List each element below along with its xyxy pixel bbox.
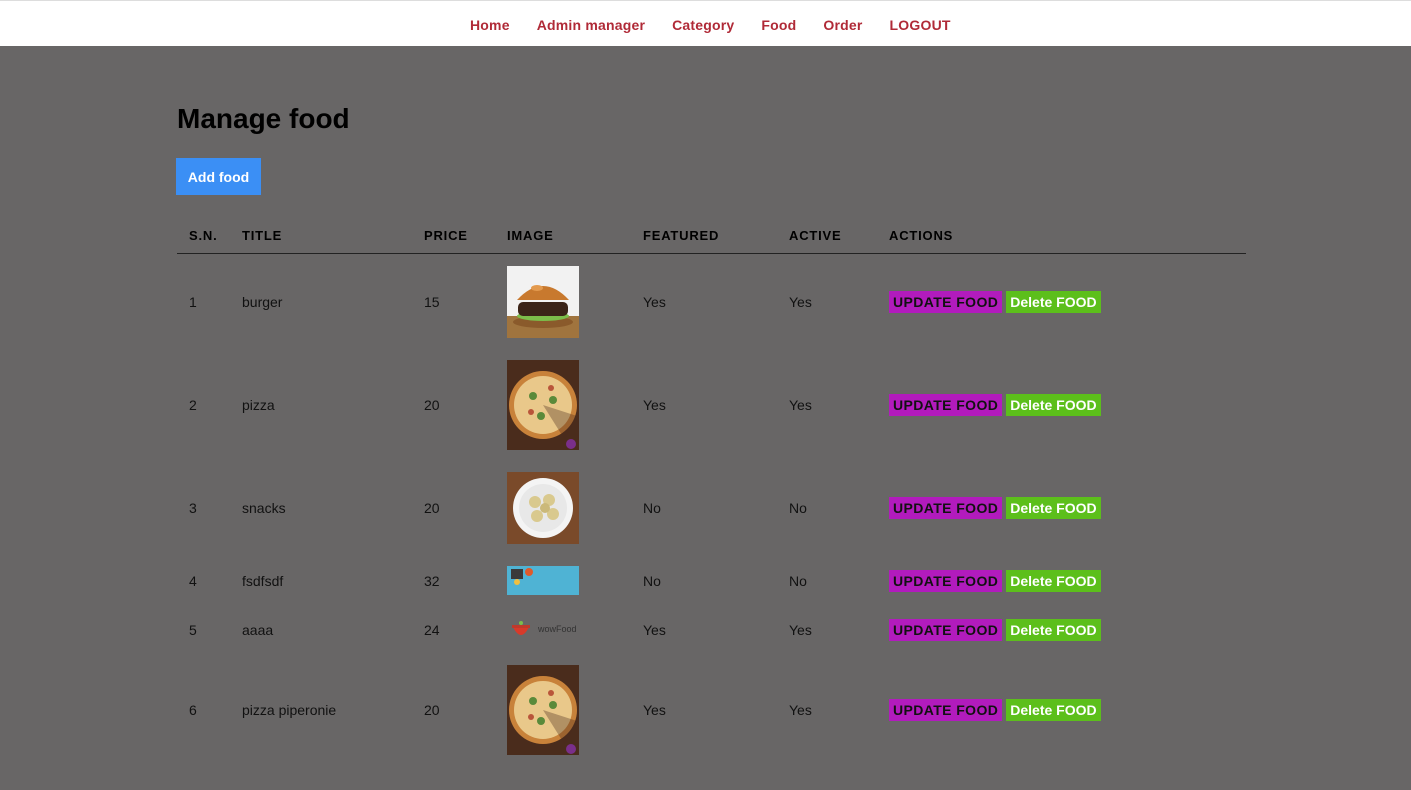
- header-featured: FEATURED: [631, 216, 777, 254]
- cell-price: 24: [424, 621, 440, 638]
- header-sn: S.N.: [177, 216, 230, 254]
- add-food-button[interactable]: Add food: [176, 158, 261, 195]
- update-food-button[interactable]: UPDATE FOOD: [889, 698, 1003, 721]
- header-title: TITLE: [230, 216, 412, 254]
- burger-image: [507, 265, 579, 338]
- delete-food-button[interactable]: Delete FOOD: [1006, 393, 1101, 416]
- header-active: ACTIVE: [777, 216, 877, 254]
- cell-actions: UPDATE FOOD Delete FOOD: [877, 254, 1246, 350]
- update-food-button[interactable]: UPDATE FOOD: [889, 393, 1003, 416]
- cell-price: 20: [424, 701, 440, 718]
- cell-featured: Yes: [643, 701, 666, 718]
- cell-sn: 5: [189, 621, 197, 638]
- cell-title: fsdfsdf: [242, 572, 284, 589]
- nav-link-admin-manager[interactable]: Admin manager: [537, 17, 645, 33]
- header-price: PRICE: [412, 216, 495, 254]
- header-image: IMAGE: [495, 216, 631, 254]
- delete-food-button[interactable]: Delete FOOD: [1006, 569, 1101, 592]
- wowfood-logo-image: wowFood: [512, 620, 577, 635]
- table-row: 6 pizza piperonie 20 Yes Yes UPDATE FOOD…: [177, 654, 1246, 766]
- nav-menu: Home Admin manager Category Food Order L…: [470, 17, 951, 33]
- nav-link-food[interactable]: Food: [761, 17, 796, 33]
- nav-link-category[interactable]: Category: [672, 17, 734, 33]
- update-food-button[interactable]: UPDATE FOOD: [889, 569, 1003, 592]
- delete-food-button[interactable]: Delete FOOD: [1006, 698, 1101, 721]
- pizza-image: [507, 664, 579, 755]
- cell-sn: 2: [189, 396, 197, 413]
- cell-active: Yes: [789, 293, 812, 310]
- cell-image: [495, 654, 631, 766]
- cell-price: 15: [424, 293, 440, 310]
- update-food-button[interactable]: UPDATE FOOD: [889, 496, 1003, 519]
- cell-actions: UPDATE FOOD Delete FOOD: [877, 460, 1246, 556]
- food-table: S.N. TITLE PRICE IMAGE FEATURED ACTIVE A…: [177, 216, 1246, 766]
- cell-price: 20: [424, 396, 440, 413]
- cell-sn: 4: [189, 572, 197, 589]
- cell-title: burger: [242, 293, 283, 310]
- cell-image: [495, 350, 631, 460]
- cell-active: No: [789, 572, 807, 589]
- cell-featured: Yes: [643, 621, 666, 638]
- cell-active: No: [789, 499, 807, 516]
- nav-link-order[interactable]: Order: [823, 17, 862, 33]
- nav-link-logout[interactable]: LOGOUT: [890, 17, 951, 33]
- update-food-button[interactable]: UPDATE FOOD: [889, 290, 1003, 313]
- cell-actions: UPDATE FOOD Delete FOOD: [877, 350, 1246, 460]
- cell-active: Yes: [789, 396, 812, 413]
- cell-price: 20: [424, 499, 440, 516]
- cell-sn: 1: [189, 293, 197, 310]
- cell-featured: No: [643, 572, 661, 589]
- table-row: 5 aaaa 24 wowFood Yes Yes UPDATE FOOD Del…: [177, 606, 1246, 654]
- update-food-button[interactable]: UPDATE FOOD: [889, 618, 1003, 641]
- cell-sn: 3: [189, 499, 197, 516]
- table-header-row: S.N. TITLE PRICE IMAGE FEATURED ACTIVE A…: [177, 216, 1246, 254]
- cell-title: snacks: [242, 499, 286, 516]
- cell-featured: Yes: [643, 293, 666, 310]
- svg-text:wowFood: wowFood: [537, 624, 577, 634]
- table-row: 2 pizza 20 Yes Yes UPDATE FOOD Delete FO…: [177, 350, 1246, 460]
- cell-image: [495, 556, 631, 606]
- cell-title: aaaa: [242, 621, 274, 638]
- pizza-image: [507, 359, 579, 450]
- cell-active: Yes: [789, 621, 812, 638]
- cell-actions: UPDATE FOOD Delete FOOD: [877, 556, 1246, 606]
- cell-image: [495, 254, 631, 350]
- delete-food-button[interactable]: Delete FOOD: [1006, 496, 1101, 519]
- cell-image: [495, 460, 631, 556]
- cell-title: pizza piperonie: [242, 701, 337, 718]
- delete-food-button[interactable]: Delete FOOD: [1006, 290, 1101, 313]
- cell-actions: UPDATE FOOD Delete FOOD: [877, 654, 1246, 766]
- cell-title: pizza: [242, 396, 275, 413]
- header-actions: ACTIONS: [877, 216, 1246, 254]
- cell-sn: 6: [189, 701, 197, 718]
- cell-featured: No: [643, 499, 661, 516]
- cell-actions: UPDATE FOOD Delete FOOD: [877, 606, 1246, 654]
- delete-food-button[interactable]: Delete FOOD: [1006, 618, 1101, 641]
- cell-featured: Yes: [643, 396, 666, 413]
- table-row: 4 fsdfsdf 32 No No UPDATE FOOD Delete FOO…: [177, 556, 1246, 606]
- cell-price: 32: [424, 572, 440, 589]
- page-title: Manage food: [177, 103, 350, 134]
- table-row: 3 snacks 20 No No UPDATE FOOD Delete FOO…: [177, 460, 1246, 556]
- cell-active: Yes: [789, 701, 812, 718]
- cell-image: wowFood: [495, 606, 631, 654]
- banner-image: [507, 566, 579, 595]
- nav-link-home[interactable]: Home: [470, 17, 510, 33]
- table-row: 1 burger 15 Yes Yes UPDATE FOOD Delete F…: [177, 254, 1246, 350]
- top-nav: Home Admin manager Category Food Order L…: [0, 0, 1411, 46]
- momo-image: [507, 471, 579, 544]
